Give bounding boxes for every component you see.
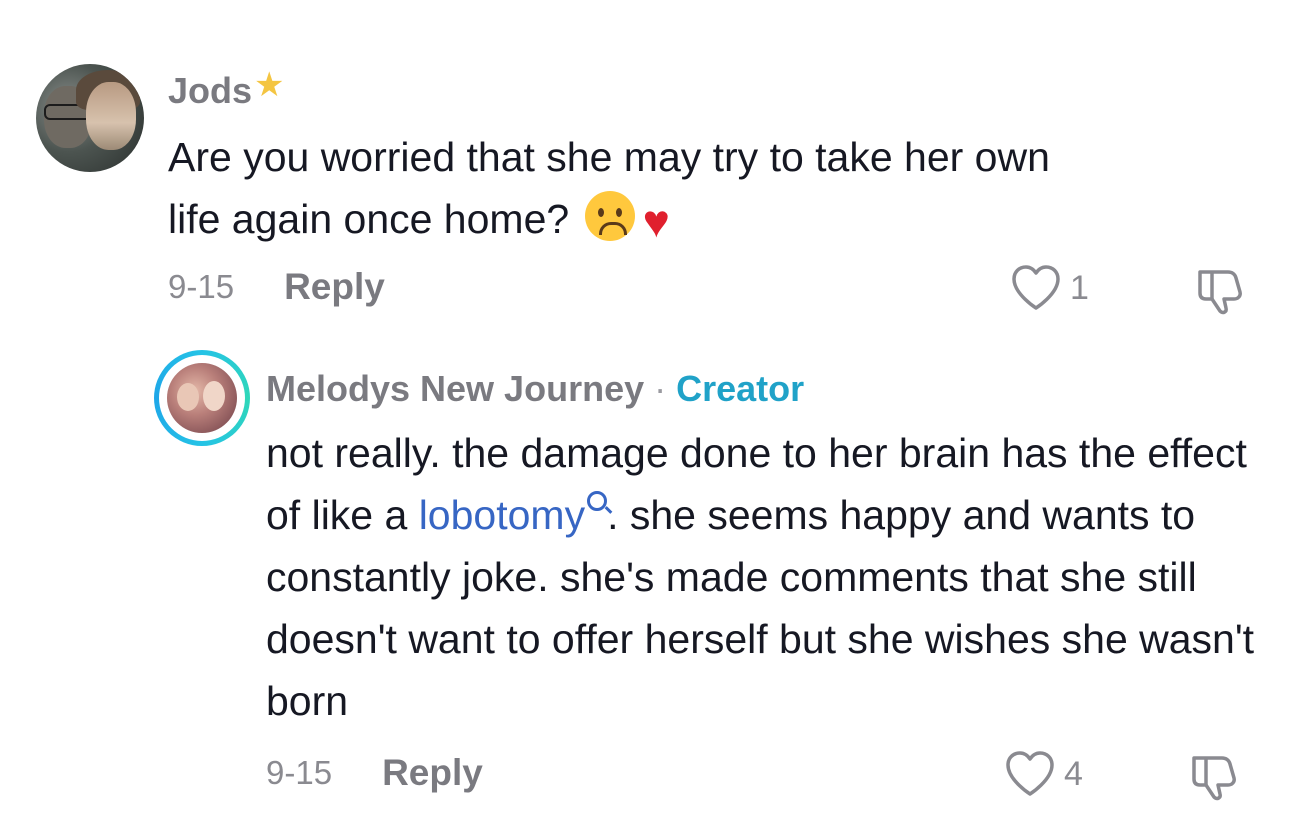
search-link[interactable]: lobotomy	[419, 491, 608, 538]
comment-date: 9-15	[266, 754, 333, 791]
avatar-person-2	[203, 381, 225, 411]
sad-face-emoji-icon	[584, 191, 635, 241]
like-button[interactable]: 1	[1010, 264, 1089, 312]
comment-username[interactable]: Jods★	[168, 66, 285, 112]
star-icon: ★	[254, 66, 285, 104]
thumbs-down-icon[interactable]	[1192, 266, 1244, 316]
avatar[interactable]	[36, 64, 144, 172]
dislike-button[interactable]	[1186, 752, 1238, 807]
avatar-photo	[167, 363, 237, 433]
like-count: 1	[1070, 268, 1089, 307]
comment-creator-reply: Melodys New Journey · Creator not really…	[0, 330, 1290, 835]
comment-jods: Jods★ Are you worried that she may try t…	[0, 0, 1290, 330]
comment-text-line-1: Are you worried that she may try to take…	[168, 134, 1050, 180]
creator-badge: Creator	[676, 368, 805, 409]
heart-outline-icon[interactable]	[1004, 750, 1056, 798]
username-text[interactable]: Melodys New Journey	[266, 368, 644, 410]
heart-outline-icon[interactable]	[1010, 264, 1062, 312]
like-count: 4	[1064, 754, 1083, 793]
reply-button[interactable]: Reply	[284, 266, 385, 308]
comment-text: not really. the damage done to her brain…	[266, 422, 1266, 732]
separator-dot: ·	[654, 368, 667, 409]
comment-text-line-2: life again once home?	[168, 196, 570, 242]
search-icon[interactable]	[587, 491, 608, 511]
avatar-person-2	[86, 82, 136, 150]
comment-text: Are you worried that she may try to take…	[168, 126, 1248, 252]
avatar-person-1	[177, 383, 199, 411]
reply-button[interactable]: Reply	[382, 752, 483, 794]
avatar[interactable]	[154, 350, 250, 446]
like-button[interactable]: 4	[1004, 750, 1083, 798]
red-heart-emoji-icon: ♥	[642, 195, 670, 247]
comment-meta: 9-15 Reply	[266, 752, 483, 794]
username-text[interactable]: Jods	[168, 70, 252, 111]
comment-meta: 9-15 Reply	[168, 266, 385, 308]
comment-date: 9-15	[168, 268, 235, 305]
dislike-button[interactable]	[1192, 266, 1244, 321]
thumbs-down-icon[interactable]	[1186, 752, 1238, 802]
search-link-text[interactable]: lobotomy	[419, 492, 585, 538]
comment-username[interactable]: Melodys New Journey · Creator	[266, 368, 804, 410]
